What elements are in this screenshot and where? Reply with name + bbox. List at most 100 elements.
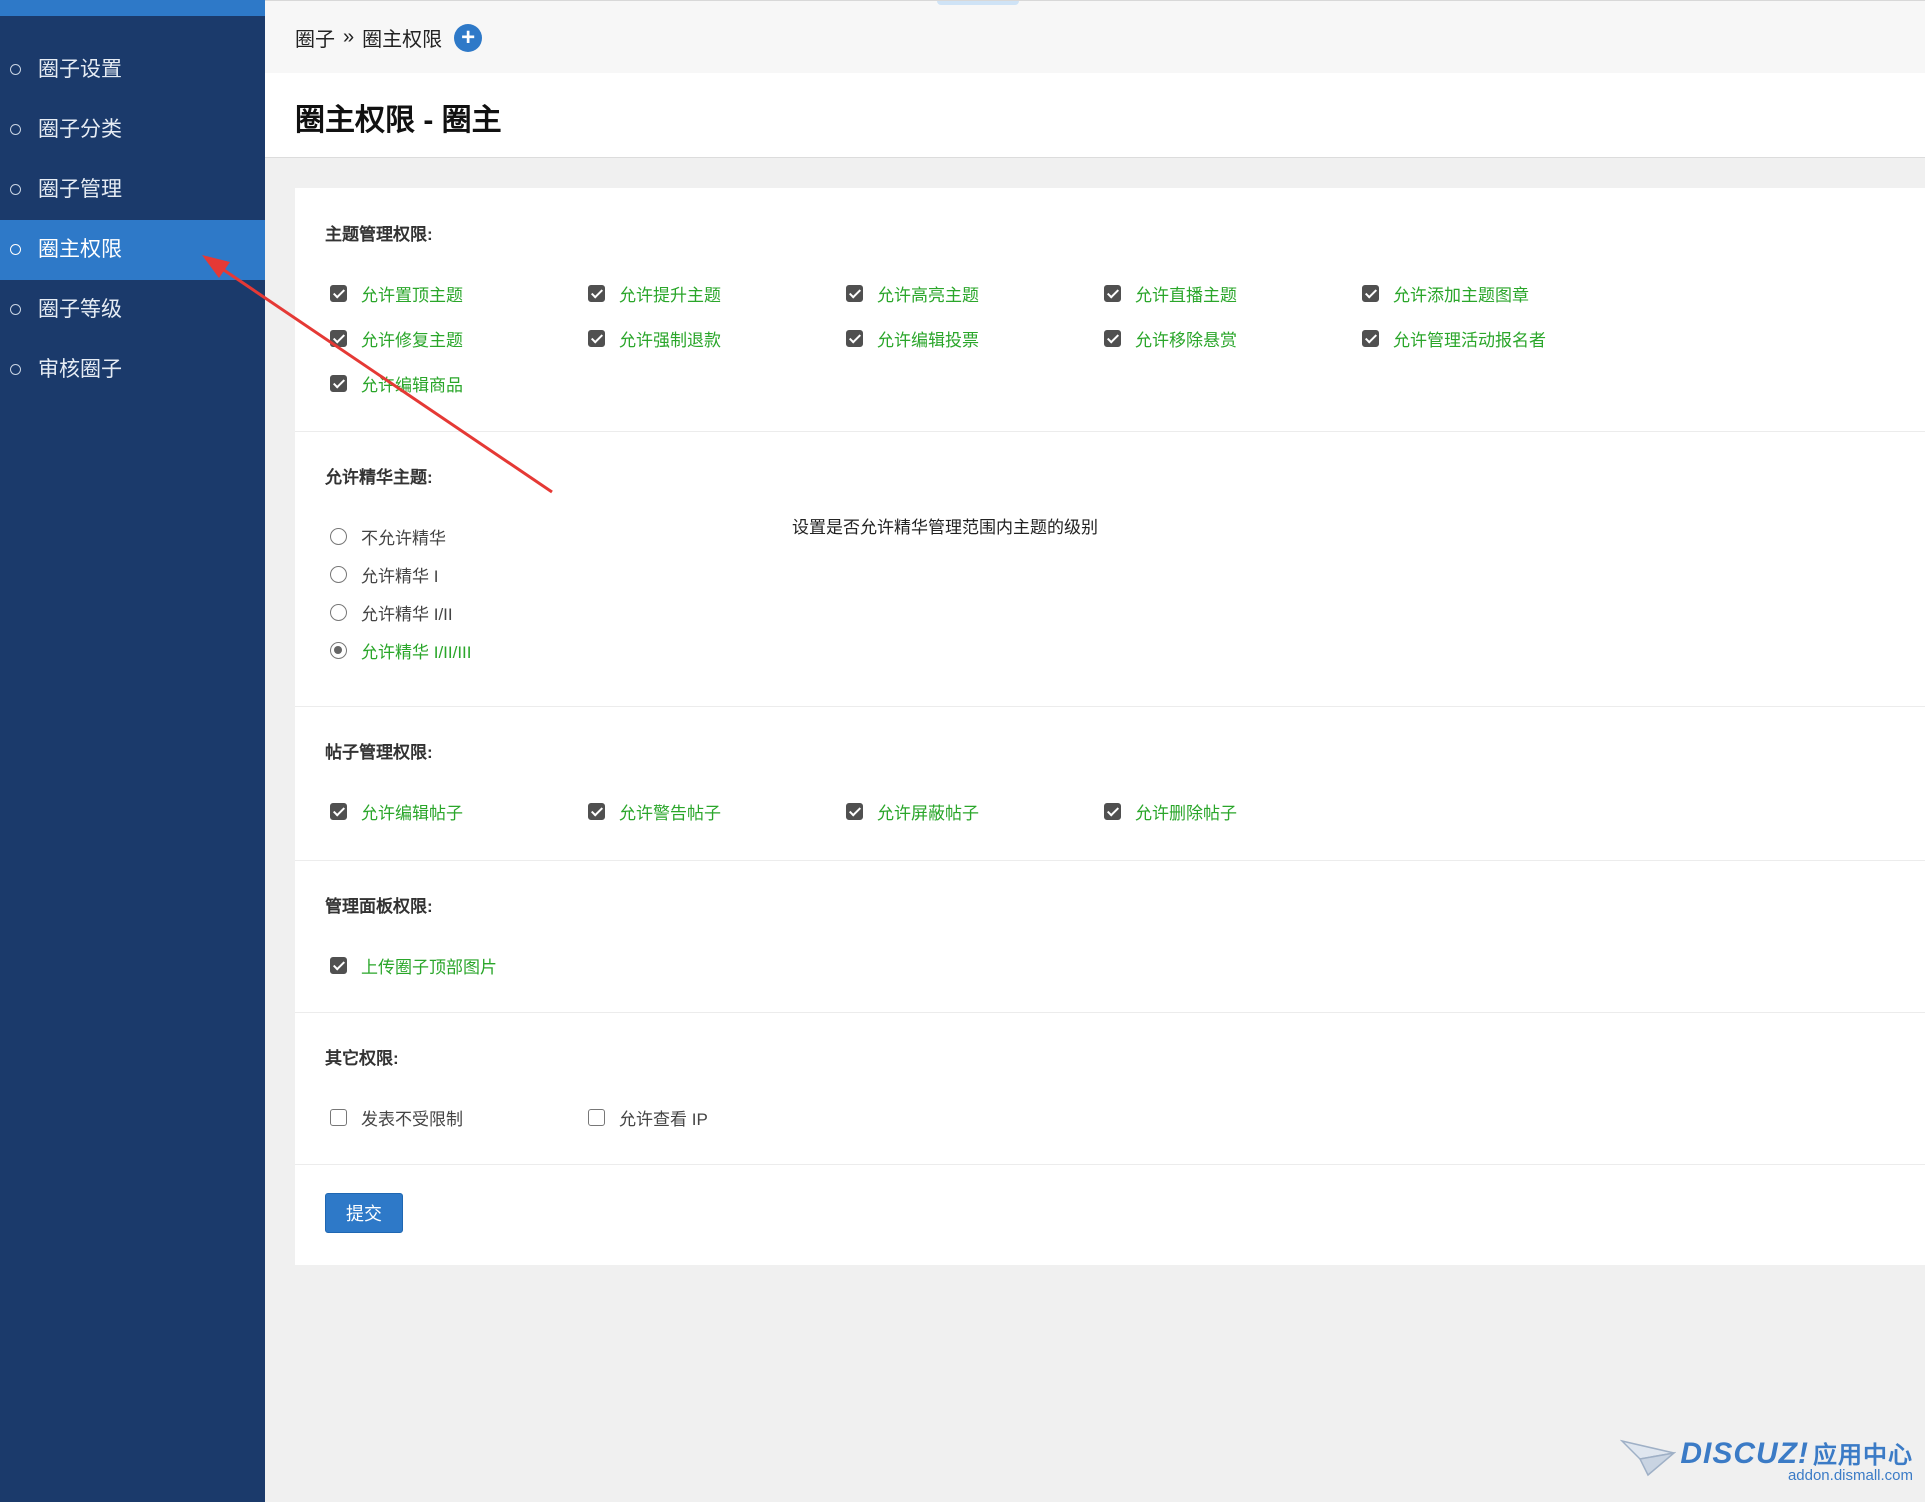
checkbox[interactable] bbox=[330, 957, 347, 974]
watermark-brand-cn: 应用中心 bbox=[1813, 1442, 1913, 1469]
checkbox-option[interactable]: 上传圈子顶部图片 bbox=[330, 953, 497, 978]
section-panel-permissions: 管理面板权限: 上传圈子顶部图片 bbox=[295, 860, 1925, 1013]
option-label: 允许管理活动报名者 bbox=[1393, 331, 1546, 350]
circle-bullet-icon bbox=[10, 184, 21, 195]
checkbox[interactable] bbox=[588, 285, 605, 302]
checkbox-option[interactable]: 允许查看 IP bbox=[588, 1105, 708, 1130]
radio-option[interactable]: 允许精华 I/II bbox=[330, 600, 453, 625]
section-digest-permissions: 允许精华主题: 不允许精华 允许精华 I 允许精华 I/II 允许精华 I/II… bbox=[295, 431, 1925, 707]
watermark-brand: DISCUZ! 应用中心 bbox=[1680, 1435, 1913, 1471]
permissions-form: 主题管理权限: 允许置顶主题 允许提升主题 允许高亮主题 允许直播主题 允许添加… bbox=[295, 188, 1925, 1265]
option-label: 允许精华 I/II/III bbox=[361, 643, 472, 662]
radio-option[interactable]: 不允许精华 bbox=[330, 524, 446, 549]
breadcrumb-current: 圈主权限 bbox=[362, 29, 443, 51]
option-label: 允许修复主题 bbox=[361, 331, 463, 350]
checkbox-option[interactable]: 发表不受限制 bbox=[330, 1105, 463, 1130]
title-bar: 圈主权限 - 圈主 bbox=[265, 73, 1925, 158]
checkbox[interactable] bbox=[330, 1109, 347, 1126]
sidebar-item-circle-level[interactable]: 圈子等级 bbox=[0, 280, 265, 340]
checkbox-option[interactable]: 允许屏蔽帖子 bbox=[846, 799, 979, 824]
sidebar-item-circle-manage[interactable]: 圈子管理 bbox=[0, 160, 265, 220]
option-label: 上传圈子顶部图片 bbox=[361, 958, 497, 977]
section-other-permissions: 其它权限: 发表不受限制 允许查看 IP bbox=[295, 1012, 1925, 1165]
breadcrumb: 圈子 » 圈主权限 + bbox=[295, 23, 483, 52]
option-label: 不允许精华 bbox=[361, 529, 446, 548]
checkbox[interactable] bbox=[330, 375, 347, 392]
checkbox[interactable] bbox=[330, 285, 347, 302]
breadcrumb-separator: » bbox=[343, 26, 355, 48]
option-label: 允许强制退款 bbox=[619, 331, 721, 350]
option-label: 允许编辑帖子 bbox=[361, 804, 463, 823]
section-post-permissions: 帖子管理权限: 允许编辑帖子 允许警告帖子 允许屏蔽帖子 允许删除帖子 bbox=[295, 706, 1925, 861]
section-title: 主题管理权限: bbox=[325, 225, 433, 244]
checkbox[interactable] bbox=[588, 1109, 605, 1126]
checkbox-option[interactable]: 允许警告帖子 bbox=[588, 799, 721, 824]
checkbox-option[interactable]: 允许提升主题 bbox=[588, 281, 721, 306]
checkbox-option[interactable]: 允许编辑投票 bbox=[846, 326, 979, 351]
checkbox-option[interactable]: 允许高亮主题 bbox=[846, 281, 979, 306]
sidebar-item-circle-settings[interactable]: 圈子设置 bbox=[0, 40, 265, 100]
submit-button[interactable]: 提交 bbox=[325, 1193, 403, 1233]
checkbox[interactable] bbox=[588, 803, 605, 820]
option-label: 允许移除悬赏 bbox=[1135, 331, 1237, 350]
radio[interactable] bbox=[330, 566, 347, 583]
breadcrumb-root[interactable]: 圈子 bbox=[295, 23, 335, 52]
checkbox[interactable] bbox=[846, 285, 863, 302]
section-title: 允许精华主题: bbox=[325, 468, 433, 487]
circle-bullet-icon bbox=[10, 364, 21, 375]
radio-option[interactable]: 允许精华 I/II/III bbox=[330, 638, 472, 663]
checkbox-option[interactable]: 允许强制退款 bbox=[588, 326, 721, 351]
checkbox[interactable] bbox=[1104, 803, 1121, 820]
checkbox[interactable] bbox=[1104, 330, 1121, 347]
sidebar-item-owner-permissions[interactable]: 圈主权限 bbox=[0, 220, 265, 280]
checkbox-option[interactable]: 允许添加主题图章 bbox=[1362, 281, 1529, 306]
sidebar-item-label: 圈子管理 bbox=[38, 178, 122, 201]
circle-bullet-icon bbox=[10, 124, 21, 135]
sidebar-item-label: 圈子分类 bbox=[38, 118, 122, 141]
checkbox-option[interactable]: 允许移除悬赏 bbox=[1104, 326, 1237, 351]
sidebar-item-review-circle[interactable]: 审核圈子 bbox=[0, 340, 265, 400]
radio[interactable] bbox=[330, 604, 347, 621]
option-label: 允许屏蔽帖子 bbox=[877, 804, 979, 823]
sidebar-item-label: 圈子设置 bbox=[38, 58, 122, 81]
checkbox-option[interactable]: 允许编辑帖子 bbox=[330, 799, 463, 824]
checkbox-option[interactable]: 允许删除帖子 bbox=[1104, 799, 1237, 824]
option-label: 允许警告帖子 bbox=[619, 804, 721, 823]
checkbox-option[interactable]: 允许修复主题 bbox=[330, 326, 463, 351]
circle-bullet-icon bbox=[10, 64, 21, 75]
sidebar-item-circle-category[interactable]: 圈子分类 bbox=[0, 100, 265, 160]
sidebar-item-label: 审核圈子 bbox=[38, 358, 122, 381]
option-label: 发表不受限制 bbox=[361, 1110, 463, 1129]
checkbox[interactable] bbox=[588, 330, 605, 347]
section-title: 其它权限: bbox=[325, 1049, 399, 1068]
checkbox-option[interactable]: 允许置顶主题 bbox=[330, 281, 463, 306]
checkbox[interactable] bbox=[846, 803, 863, 820]
option-label: 允许删除帖子 bbox=[1135, 804, 1237, 823]
section-topic-permissions: 主题管理权限: 允许置顶主题 允许提升主题 允许高亮主题 允许直播主题 允许添加… bbox=[295, 188, 1925, 432]
plus-icon[interactable]: + bbox=[454, 23, 483, 52]
watermark-brand-text: DISCUZ! bbox=[1680, 1437, 1809, 1470]
radio-option[interactable]: 允许精华 I bbox=[330, 562, 438, 587]
checkbox-option[interactable]: 允许编辑商品 bbox=[330, 371, 463, 396]
checkbox-option[interactable]: 允许管理活动报名者 bbox=[1362, 326, 1546, 351]
radio[interactable] bbox=[330, 642, 347, 659]
checkbox[interactable] bbox=[1104, 285, 1121, 302]
top-bar: 圈子 » 圈主权限 + bbox=[265, 0, 1925, 74]
checkbox[interactable] bbox=[330, 330, 347, 347]
option-label: 允许编辑投票 bbox=[877, 331, 979, 350]
checkbox[interactable] bbox=[1362, 285, 1379, 302]
checkbox-option[interactable]: 允许直播主题 bbox=[1104, 281, 1237, 306]
option-label: 允许提升主题 bbox=[619, 286, 721, 305]
option-label: 允许高亮主题 bbox=[877, 286, 979, 305]
checkbox[interactable] bbox=[1362, 330, 1379, 347]
option-label: 允许置顶主题 bbox=[361, 286, 463, 305]
checkbox[interactable] bbox=[846, 330, 863, 347]
radio[interactable] bbox=[330, 528, 347, 545]
option-label: 允许精华 I/II bbox=[361, 605, 453, 624]
checkbox[interactable] bbox=[330, 803, 347, 820]
digest-hint: 设置是否允许精华管理范围内主题的级别 bbox=[792, 518, 1098, 537]
watermark: DISCUZ! 应用中心 addon.dismall.com bbox=[1620, 1435, 1913, 1484]
section-title: 帖子管理权限: bbox=[325, 743, 433, 762]
option-label: 允许编辑商品 bbox=[361, 376, 463, 395]
option-label: 允许查看 IP bbox=[619, 1110, 708, 1129]
